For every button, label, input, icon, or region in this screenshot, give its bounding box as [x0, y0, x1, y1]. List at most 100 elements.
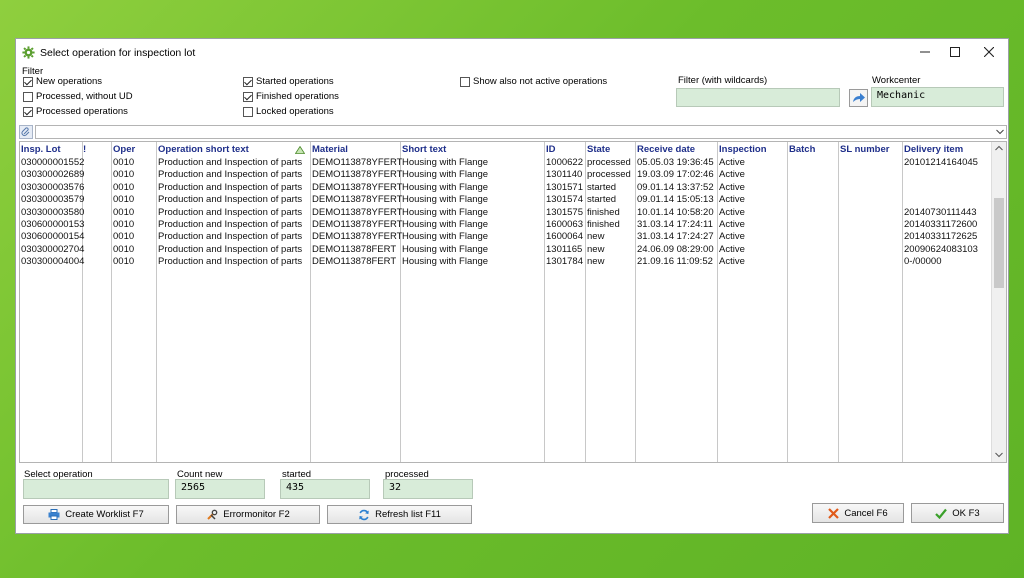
table-row[interactable]: 030300002689 0010 Production and Inspectio…: [20, 169, 991, 181]
title-bar: Select operation for inspection lot: [16, 39, 1008, 67]
checkbox-finished-operations[interactable]: [243, 92, 253, 102]
table-row[interactable]: 030000001552 0010 Production and Inspectio…: [20, 157, 991, 169]
checkbox-started-operations[interactable]: [243, 77, 253, 87]
table-row[interactable]: 030300003576 0010 Production and Inspectio…: [20, 182, 991, 194]
attach-button[interactable]: [19, 125, 33, 139]
workcenter-input[interactable]: Mechanic: [871, 87, 1004, 107]
checkbox-new-operations[interactable]: [23, 77, 33, 87]
table-cell: Housing with Flange: [402, 243, 489, 255]
table-row[interactable]: 030300004004 0010 Production and Inspectio…: [20, 256, 991, 268]
table-cell: Housing with Flange: [402, 181, 489, 193]
table-cell: Active: [719, 206, 745, 218]
ok-label: OK F3: [952, 507, 980, 519]
column-header-id[interactable]: ID: [546, 144, 556, 155]
table-cell: 20090624083103: [904, 243, 978, 255]
table-row[interactable]: 030300002704 0010 Production and Inspectio…: [20, 244, 991, 256]
refresh-list-label: Refresh list F11: [375, 509, 441, 520]
table-cell: Production and Inspection of parts: [158, 206, 303, 218]
column-header-inspection[interactable]: Inspection: [719, 144, 767, 155]
checkbox-locked-operations[interactable]: [243, 107, 253, 117]
vertical-scrollbar[interactable]: [991, 142, 1006, 462]
table-cell: DEMO113878YFERT: [312, 194, 403, 206]
table-cell: 030600000154: [21, 231, 85, 243]
dialog-window: Select operation for inspection lot Filt…: [15, 38, 1009, 534]
errormonitor-label: Errormonitor F2: [223, 509, 290, 520]
table-cell: 1600063: [546, 219, 583, 230]
table-cell: 1600064: [546, 231, 583, 243]
checkbox-show-not-active[interactable]: [460, 77, 470, 87]
table-cell: 05.05.03 19:36:45: [637, 157, 714, 168]
table-row[interactable]: 030300003580 0010 Production and Inspectio…: [20, 207, 991, 219]
column-header-operation-short-text[interactable]: Operation short text: [158, 144, 249, 155]
checkbox-processed-operations[interactable]: [23, 107, 33, 117]
column-header-insp-lot[interactable]: Insp. Lot: [21, 144, 61, 155]
table-cell: 0010: [113, 206, 135, 218]
table-cell: Active: [719, 219, 745, 230]
checkbox-label: Show also not active operations: [473, 76, 608, 87]
workcenter-select-button[interactable]: [849, 89, 868, 107]
maximize-button[interactable]: [940, 43, 970, 63]
cancel-button[interactable]: Cancel F6: [812, 503, 904, 523]
table-cell: Active: [719, 231, 745, 243]
search-input[interactable]: [35, 125, 1007, 139]
maximize-icon: [950, 47, 960, 57]
table-cell: 1301574: [546, 194, 583, 206]
close-button[interactable]: [974, 43, 1004, 63]
table-cell: Production and Inspection of parts: [158, 157, 303, 168]
minimize-button[interactable]: [910, 43, 940, 63]
checkbox-label: Processed operations: [36, 106, 128, 117]
errormonitor-button[interactable]: Errormonitor F2: [176, 505, 320, 524]
column-header-state[interactable]: State: [587, 144, 610, 155]
table-cell: started: [587, 194, 617, 206]
refresh-icon: [359, 509, 369, 520]
table-cell: Production and Inspection of parts: [158, 219, 303, 230]
table-cell: DEMO113878YFERT: [312, 157, 403, 168]
table-cell: 0010: [113, 256, 135, 268]
cancel-icon: [828, 507, 840, 519]
started-value: 435: [280, 479, 370, 499]
table-cell: 0010: [113, 194, 135, 206]
tools-icon: [207, 509, 218, 520]
wildcard-filter-label: Filter (with wildcards): [678, 75, 768, 86]
table-row[interactable]: 030600000153 0010 Production and Inspectio…: [20, 219, 991, 231]
column-header-short-text[interactable]: Short text: [402, 144, 446, 155]
table-cell: 1000622: [546, 157, 583, 168]
table-cell: Housing with Flange: [402, 194, 489, 206]
printer-icon: [48, 509, 60, 520]
table-cell: 20140331172625: [904, 231, 978, 243]
select-operation-field: [23, 479, 169, 499]
checkbox-label: Locked operations: [256, 106, 334, 117]
column-header-oper[interactable]: Oper: [113, 144, 135, 155]
scroll-up-icon[interactable]: [995, 145, 1003, 151]
paperclip-icon: [21, 127, 30, 136]
table-cell: 0010: [113, 157, 135, 168]
column-header-flag[interactable]: !: [83, 144, 86, 155]
close-icon: [983, 46, 995, 58]
create-worklist-button[interactable]: Create Worklist F7: [23, 505, 169, 524]
wildcard-filter-input[interactable]: [676, 88, 840, 107]
scroll-down-icon[interactable]: [995, 452, 1003, 458]
table-row[interactable]: 030600000154 0010 Production and Inspectio…: [20, 231, 991, 243]
table-cell: Active: [719, 194, 745, 206]
gear-icon: [22, 46, 35, 59]
table-cell: 31.03.14 17:24:27: [637, 231, 714, 243]
table-cell: Active: [719, 256, 745, 268]
column-header-receive-date[interactable]: Receive date: [637, 144, 695, 155]
checkmark-icon: [935, 508, 948, 519]
column-header-material[interactable]: Material: [312, 144, 348, 155]
cancel-label: Cancel F6: [844, 507, 888, 519]
table-cell: Housing with Flange: [402, 157, 489, 168]
ok-button[interactable]: OK F3: [911, 503, 1004, 523]
scrollbar-thumb[interactable]: [994, 198, 1004, 288]
column-header-batch[interactable]: Batch: [789, 144, 815, 155]
table-row[interactable]: 030300003579 0010 Production and Inspectio…: [20, 194, 991, 206]
checkbox-label: Finished operations: [256, 91, 339, 102]
table-cell: 20101214164045: [904, 157, 978, 168]
chevron-down-icon: [996, 129, 1004, 135]
refresh-list-button[interactable]: Refresh list F11: [327, 505, 472, 524]
column-header-delivery-item[interactable]: Delivery item: [904, 144, 963, 155]
column-header-sl-number[interactable]: SL number: [840, 144, 889, 155]
table-cell: 1301571: [546, 181, 583, 193]
checkbox-processed-without-ud[interactable]: [23, 92, 33, 102]
table-cell: Housing with Flange: [402, 231, 489, 243]
